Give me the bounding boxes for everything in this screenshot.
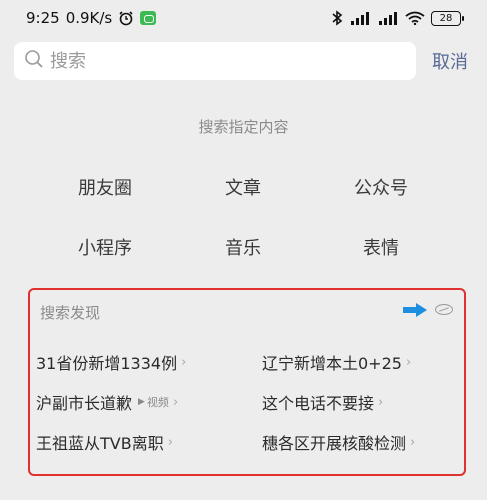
discovery-item-label: 穗各区开展核酸检测 (262, 434, 407, 453)
cancel-button[interactable]: 取消 (432, 48, 468, 74)
play-icon: ▶ (138, 397, 145, 407)
discovery-item-label: 王祖蓝从TVB离职 (36, 434, 164, 453)
search-row: 取消 (14, 42, 474, 80)
chevron-right-icon: › (167, 434, 173, 450)
chevron-right-icon: › (410, 434, 416, 450)
video-tag-label: 视频 (146, 396, 169, 409)
search-icon (24, 49, 44, 73)
status-network-speed: 0.9K/s (65, 9, 113, 27)
search-mini-programs-option[interactable]: 小程序 (45, 234, 165, 260)
specified-content-title: 搜索指定内容 (198, 118, 289, 136)
discovery-item[interactable]: 31省份新增1334例 › (36, 350, 186, 374)
search-official-accounts-option[interactable]: 公众号 (321, 174, 441, 200)
bluetooth-icon (331, 10, 343, 26)
discovery-item[interactable]: 穗各区开展核酸检测 › (262, 430, 415, 454)
status-right: 28 (331, 10, 464, 26)
search-stickers-option[interactable]: 表情 (321, 234, 441, 260)
chevron-right-icon: › (181, 354, 187, 370)
battery-icon: 28 (431, 10, 464, 26)
search-input[interactable] (50, 50, 390, 72)
discovery-item[interactable]: 辽宁新增本土0+25 › (262, 350, 411, 374)
search-music-option[interactable]: 音乐 (183, 234, 303, 260)
alarm-icon (118, 10, 134, 26)
status-bar: 9:25 0.9K/s 28 (0, 0, 487, 36)
arrow-right-icon (402, 302, 428, 322)
discovery-item-label: 这个电话不要接 (262, 394, 375, 413)
video-tag: ▶ 视频 (138, 394, 169, 410)
signal-icon-2 (377, 11, 399, 25)
discovery-item-label: 辽宁新增本土0+25 (262, 354, 402, 373)
discovery-item[interactable]: 沪副市长道歉 ▶ 视频 › (36, 390, 178, 414)
hide-eye-icon[interactable] (435, 304, 453, 315)
wifi-icon (405, 11, 425, 25)
search-moments-option[interactable]: 朋友圈 (45, 174, 165, 200)
discovery-item-label: 31省份新增1334例 (36, 354, 178, 373)
discovery-item[interactable]: 王祖蓝从TVB离职 › (36, 430, 173, 454)
status-time: 9:25 (26, 9, 60, 27)
search-articles-option[interactable]: 文章 (183, 174, 303, 200)
search-box[interactable] (14, 42, 416, 80)
search-discovery-panel: 搜索发现 31省份新增1334例 › 辽宁新增本土0+25 › 沪副市长道歉 ▶… (28, 288, 466, 476)
discovery-item-label: 沪副市长道歉 (36, 394, 133, 413)
chevron-right-icon: › (172, 394, 179, 410)
chevron-right-icon: › (378, 394, 384, 410)
discovery-item[interactable]: 这个电话不要接 › (262, 390, 383, 414)
status-left: 9:25 0.9K/s (26, 9, 157, 27)
search-discovery-title: 搜索发现 (40, 304, 101, 322)
chevron-right-icon: › (405, 354, 412, 370)
wechat-notification-icon (140, 11, 157, 25)
signal-icon (349, 11, 371, 25)
